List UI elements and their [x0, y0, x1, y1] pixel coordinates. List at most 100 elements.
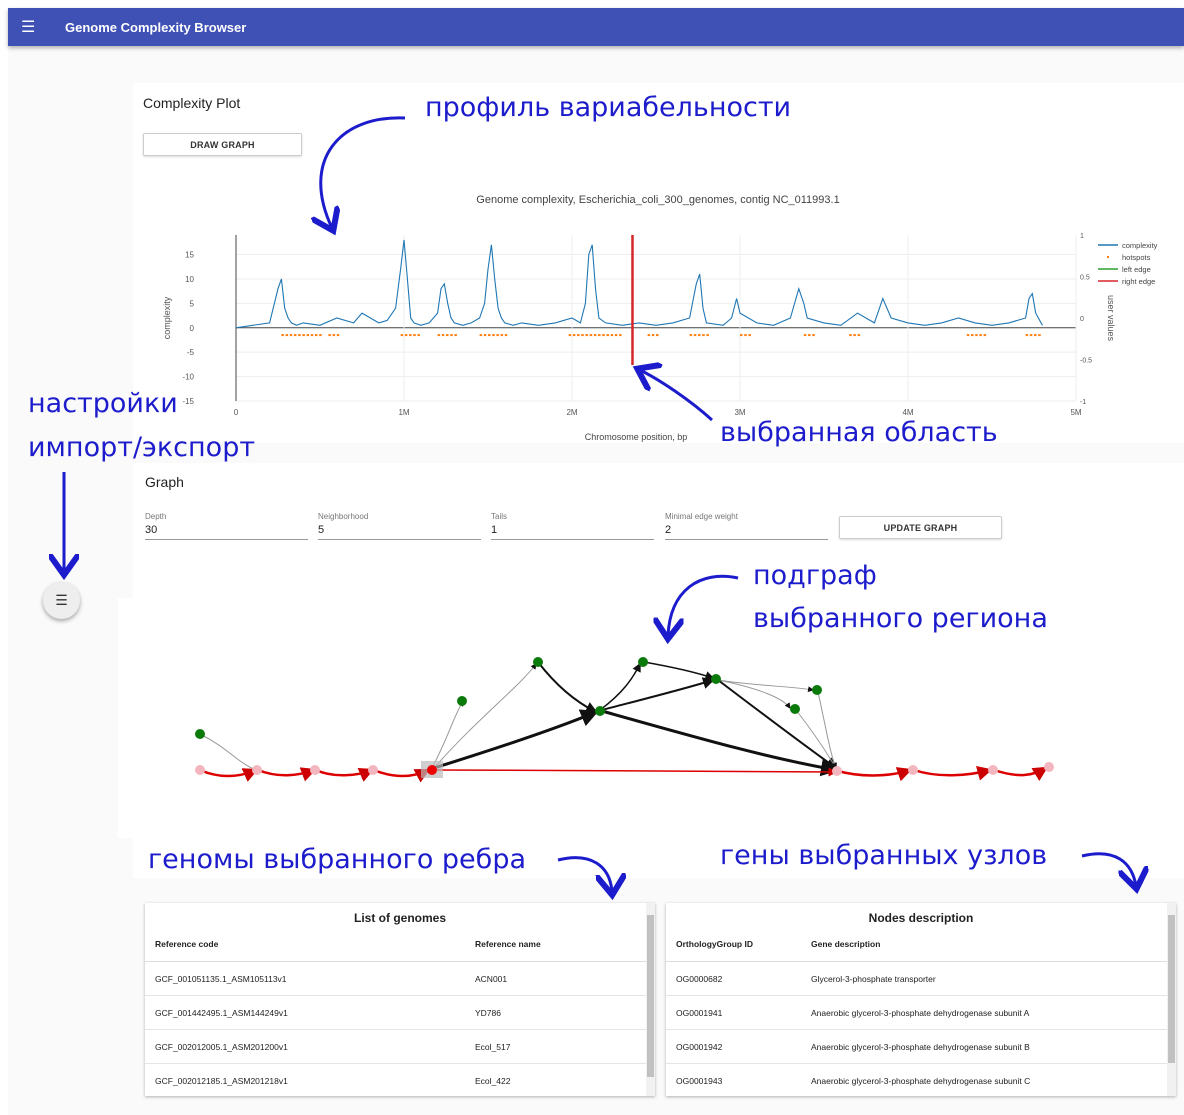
- y2-tick-label: -0.5: [1080, 358, 1092, 365]
- complexity-series-line: [235, 239, 1043, 329]
- y2-tick-label: -1: [1080, 399, 1086, 406]
- graph-node[interactable]: [310, 765, 320, 775]
- hotspot-point: [808, 334, 811, 337]
- graph-node[interactable]: [638, 657, 648, 667]
- update-graph-button[interactable]: UPDATE GRAPH: [839, 516, 1002, 539]
- graph-edge[interactable]: [601, 677, 715, 711]
- graph-edge-selected[interactable]: [431, 767, 838, 777]
- hotspot-point: [483, 334, 487, 337]
- hamburger-icon[interactable]: ☰: [21, 17, 43, 37]
- graph-node[interactable]: [988, 765, 998, 775]
- annotation-subgraph-line1: подграф: [753, 560, 877, 591]
- table-row[interactable]: GCF_002012005.1_ASM201200v1 Ecol_517: [145, 1029, 655, 1064]
- table-row[interactable]: GCF_001051135.1_ASM105113v1 ACN001: [145, 961, 655, 996]
- graph-node[interactable]: [457, 696, 467, 706]
- graph-edge[interactable]: [599, 662, 641, 711]
- complexity-chart[interactable]: 15 10 5 0 -5 -10 -15 0 1M 2M 3M 4M 5M 1 0.5 0 -0.5 -1 comp…: [134, 225, 1184, 445]
- graph-node[interactable]: [711, 674, 721, 684]
- graph-node[interactable]: [368, 765, 378, 775]
- cell: GCF_001442495.1_ASM144249v1: [145, 995, 465, 1030]
- table-row[interactable]: OG0001943 Anaerobic glycerol-3-phosphate …: [666, 1063, 1176, 1096]
- graph-edge-selected[interactable]: [913, 766, 993, 781]
- graph-node[interactable]: [1044, 762, 1054, 772]
- hotspot-point: [602, 334, 605, 337]
- depth-input[interactable]: 30: [145, 524, 308, 540]
- graph-edge[interactable]: [433, 709, 599, 770]
- graph-edge[interactable]: [199, 733, 257, 771]
- chart-xlabel: Chromosome position, bp: [584, 432, 688, 442]
- hotspot-point: [328, 334, 331, 337]
- graph-node[interactable]: [832, 766, 842, 776]
- col-reference-name[interactable]: Reference name: [465, 927, 655, 962]
- graph-node[interactable]: [790, 704, 800, 714]
- cell: GCF_001051135.1_ASM105113v1: [145, 961, 465, 996]
- graph-edge[interactable]: [717, 679, 814, 693]
- table-row[interactable]: GCF_002012185.1_ASM201218v1 Ecol_422: [145, 1063, 655, 1096]
- table-row[interactable]: GCF_001442495.1_ASM144249v1 YD786: [145, 995, 655, 1030]
- hotspot-point: [647, 334, 651, 337]
- graph-node[interactable]: [908, 765, 918, 775]
- graph-edge-selected[interactable]: [257, 767, 317, 782]
- graph-edge-selected[interactable]: [993, 766, 1049, 781]
- graph-node[interactable]: [595, 706, 605, 716]
- graph-edge-selected[interactable]: [315, 768, 375, 782]
- graph-title: Graph: [145, 474, 184, 490]
- tails-input[interactable]: 1: [491, 524, 654, 540]
- graph-edge[interactable]: [643, 661, 715, 680]
- annotation-settings: настройки: [28, 388, 178, 419]
- graph-node-selected[interactable]: [427, 765, 437, 775]
- draw-graph-button[interactable]: DRAW GRAPH: [143, 133, 302, 156]
- col-orthology-group-id[interactable]: OrthologyGroup ID: [666, 927, 801, 962]
- settings-menu-button[interactable]: ☰: [43, 582, 80, 619]
- graph-edge-selected[interactable]: [373, 768, 431, 783]
- subgraph-view[interactable]: [118, 598, 1184, 838]
- hotspot-point: [413, 334, 416, 337]
- graph-node[interactable]: [195, 729, 205, 739]
- hotspot-point: [400, 334, 404, 337]
- graph-edge[interactable]: [537, 661, 598, 713]
- depth-label: Depth: [145, 512, 167, 521]
- scrollbar-thumb[interactable]: [647, 915, 654, 1077]
- neighborhood-input[interactable]: 5: [318, 524, 481, 540]
- tails-field[interactable]: Tails 1: [491, 512, 654, 540]
- nodes-table: OrthologyGroup ID Gene description OG000…: [666, 927, 1176, 1096]
- cell: ACN001: [465, 961, 655, 996]
- hotspot-point: [1025, 334, 1029, 337]
- graph-node[interactable]: [195, 765, 205, 775]
- hotspot-point: [441, 334, 445, 337]
- hotspot-point: [437, 334, 441, 337]
- scrollbar[interactable]: [646, 903, 655, 1096]
- graph-node[interactable]: [812, 685, 822, 695]
- scrollbar-thumb[interactable]: [1168, 915, 1175, 1063]
- cell: YD786: [465, 995, 655, 1030]
- x-tick-label: 4M: [902, 408, 913, 417]
- hotspot-point: [593, 334, 597, 337]
- graph-node[interactable]: [252, 765, 262, 775]
- complexity-plot-title: Complexity Plot: [143, 95, 241, 111]
- table-row[interactable]: OG0000682 Glycerol-3-phosphate transporte…: [666, 961, 1176, 996]
- neighborhood-field[interactable]: Neighborhood 5: [318, 512, 481, 540]
- chart-title: Genome complexity, Escherichia_coli_300_…: [476, 194, 840, 206]
- min-edge-weight-input[interactable]: 2: [665, 524, 828, 540]
- table-row[interactable]: OG0001942 Anaerobic glycerol-3-phosphate …: [666, 1029, 1176, 1064]
- x-tick-label: 1M: [398, 408, 409, 417]
- col-gene-description[interactable]: Gene description: [801, 927, 1176, 962]
- table-row[interactable]: OG0001941 Anaerobic glycerol-3-phosphate …: [666, 995, 1176, 1030]
- cell: Ecol_517: [465, 1029, 655, 1064]
- legend-symbol: [1107, 256, 1109, 258]
- graph-node[interactable]: [533, 657, 543, 667]
- hotspot-point: [812, 334, 815, 337]
- col-reference-code[interactable]: Reference code: [145, 927, 465, 962]
- min-edge-weight-field[interactable]: Minimal edge weight 2: [665, 512, 828, 540]
- graph-edge[interactable]: [795, 709, 837, 769]
- hotspot-point: [698, 334, 701, 337]
- graph-edge-selected[interactable]: [199, 768, 259, 782]
- graph-edge[interactable]: [431, 700, 464, 769]
- depth-field[interactable]: Depth 30: [145, 512, 308, 540]
- hotspot-point: [285, 334, 289, 337]
- hotspot-point: [1034, 334, 1037, 337]
- scrollbar[interactable]: [1167, 903, 1176, 1096]
- graph-edge-selected[interactable]: [837, 767, 913, 782]
- hotspot-point: [581, 334, 584, 337]
- graph-edge[interactable]: [601, 709, 839, 777]
